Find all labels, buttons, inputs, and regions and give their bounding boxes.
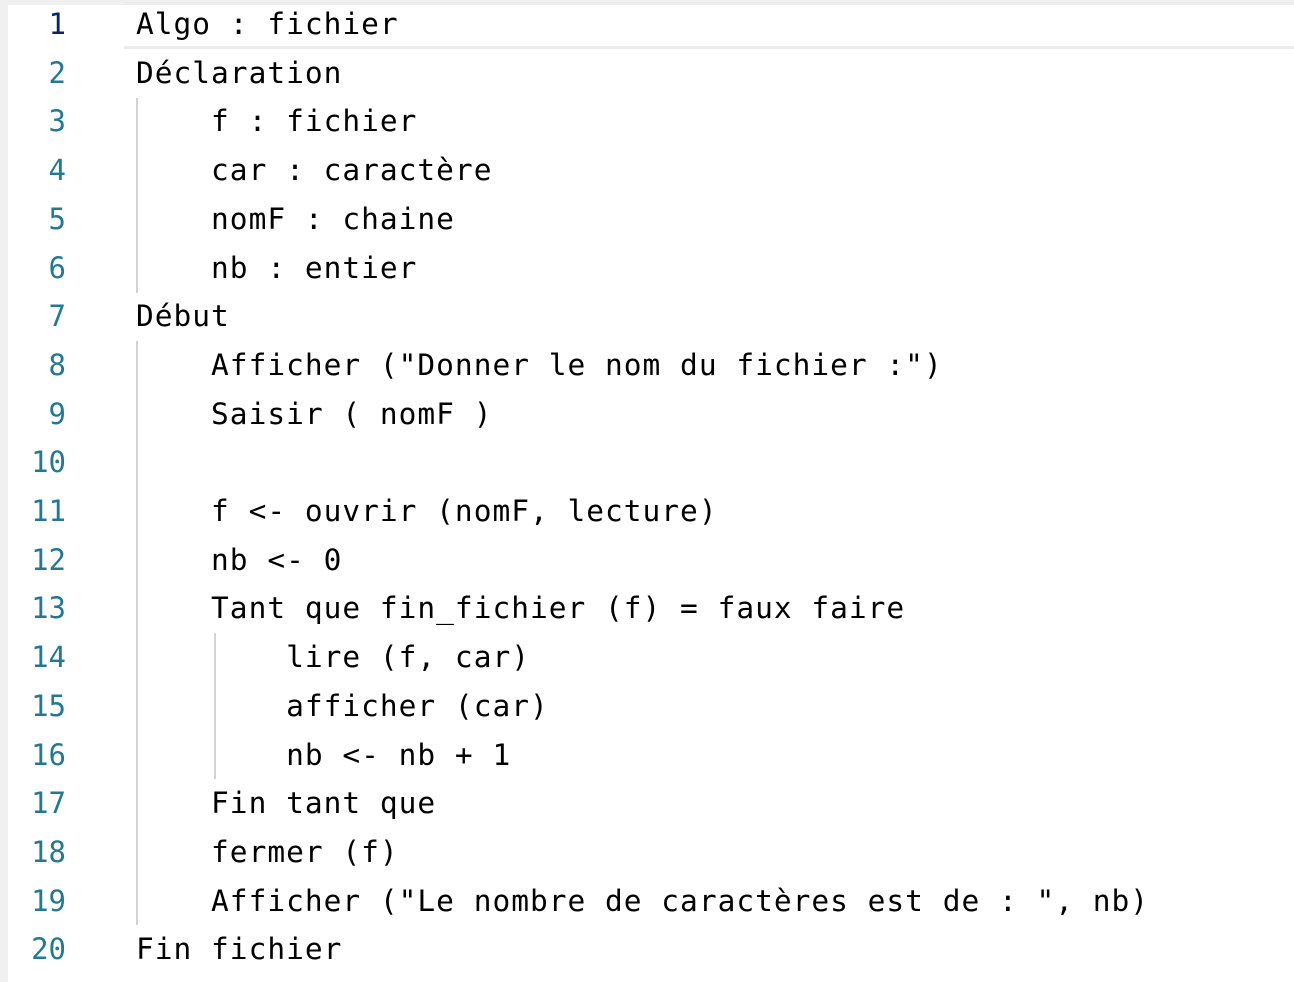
line-number: 19: [31, 883, 66, 918]
code-line[interactable]: Tant que fin_fichier (f) = faux faire: [136, 584, 905, 633]
line-number: 2: [48, 55, 66, 90]
line-number: 18: [31, 834, 66, 869]
line-number: 7: [48, 299, 66, 334]
line-number: 14: [31, 640, 66, 675]
code-line[interactable]: Afficher ("Le nombre de caractères est d…: [136, 877, 1149, 926]
code-line[interactable]: lire (f, car): [136, 633, 530, 682]
code-line[interactable]: nb : entier: [136, 244, 417, 293]
line-number: 9: [48, 396, 66, 431]
code-line[interactable]: f : fichier: [136, 97, 417, 146]
line-number: 10: [31, 445, 66, 480]
line-number: 16: [31, 737, 66, 772]
code-line[interactable]: afficher (car): [136, 682, 549, 731]
line-number: 1: [48, 7, 66, 41]
code-line[interactable]: fermer (f): [136, 828, 399, 877]
line-number: 17: [31, 786, 66, 821]
line-number: 4: [48, 153, 66, 188]
code-line[interactable]: nb <- 0: [136, 536, 342, 585]
code-line[interactable]: Afficher ("Donner le nom du fichier :"): [136, 341, 943, 390]
line-number: 3: [48, 104, 66, 139]
code-line[interactable]: Saisir ( nomF ): [136, 390, 492, 439]
line-number: 11: [31, 494, 66, 528]
code-line[interactable]: Algo : fichier: [136, 0, 399, 49]
code-line[interactable]: nomF : chaine: [136, 195, 455, 244]
line-number: 8: [48, 347, 66, 382]
line-number: 5: [48, 201, 66, 236]
line-number: 6: [48, 250, 66, 285]
code-line[interactable]: f <- ouvrir (nomF, lecture): [136, 487, 718, 536]
code-line[interactable]: Fin tant que: [136, 779, 436, 828]
code-line[interactable]: Début: [136, 292, 230, 341]
code-line[interactable]: car : caractère: [136, 146, 492, 195]
code-line[interactable]: Déclaration: [136, 49, 342, 98]
line-number: 12: [31, 542, 66, 577]
line-number: 15: [31, 688, 66, 723]
code-line[interactable]: nb <- nb + 1: [136, 731, 511, 780]
line-number: 13: [31, 591, 66, 626]
code-line[interactable]: Fin fichier: [136, 925, 342, 974]
code-editor[interactable]: 1 2 3 4 5 6 7 8 9 10 11 12 13 14 15 16 1…: [0, 0, 1294, 982]
line-number: 20: [31, 932, 66, 967]
